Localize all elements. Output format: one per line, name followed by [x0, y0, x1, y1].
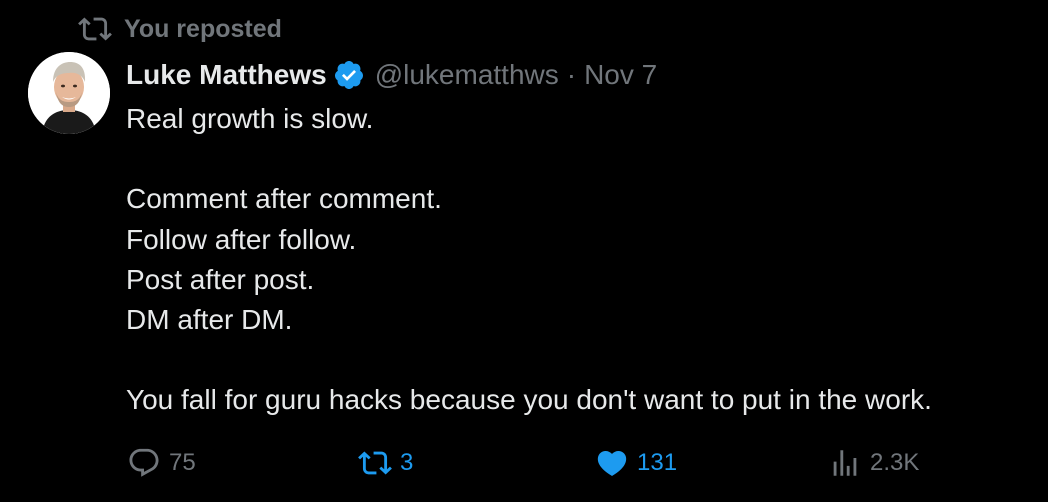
like-button[interactable]: 131 — [595, 442, 677, 484]
tweet-line: Follow after follow. — [126, 223, 357, 255]
views-button[interactable]: 2.3K — [828, 442, 919, 484]
tweet[interactable]: You reposted Luke Matthews @lukematthws … — [0, 0, 1048, 502]
repost-icon — [78, 17, 112, 41]
tweet-content: Luke Matthews @lukematthws · Nov 7 Real … — [126, 55, 1028, 421]
repost-button[interactable]: 3 — [358, 442, 413, 484]
tweet-date[interactable]: Nov 7 — [584, 59, 657, 91]
social-context: You reposted — [78, 12, 282, 46]
repost-icon — [358, 451, 392, 475]
tweet-line: DM after DM. — [126, 303, 293, 335]
avatar[interactable] — [28, 52, 110, 134]
tweet-text: Real growth is slow. Comment after comme… — [126, 99, 1028, 421]
repost-count: 3 — [400, 449, 414, 476]
avatar-image — [28, 52, 110, 134]
social-context-label: You reposted — [124, 14, 282, 43]
separator-dot: · — [566, 59, 577, 90]
views-count: 2.3K — [870, 449, 920, 476]
tweet-header: Luke Matthews @lukematthws · Nov 7 — [126, 55, 1028, 95]
tweet-line: You fall for guru hacks because you don'… — [126, 384, 932, 416]
tweet-line — [126, 139, 1028, 179]
reply-button[interactable]: 75 — [127, 442, 196, 484]
author-handle[interactable]: @lukematthws — [375, 59, 559, 91]
heart-icon — [597, 450, 627, 476]
tweet-line: Post after post. — [126, 263, 315, 295]
author-name[interactable]: Luke Matthews — [126, 59, 327, 91]
reply-icon — [129, 448, 159, 477]
tweet-line: Comment after comment. — [126, 183, 442, 215]
reply-count: 75 — [169, 449, 196, 476]
action-bar: 75 3 131 2.3K — [0, 442, 1048, 484]
views-icon — [833, 450, 857, 476]
tweet-line — [126, 340, 1028, 380]
verified-badge-icon — [334, 61, 363, 89]
like-count: 131 — [637, 449, 678, 476]
tweet-line: Real growth is slow. — [126, 103, 374, 134]
